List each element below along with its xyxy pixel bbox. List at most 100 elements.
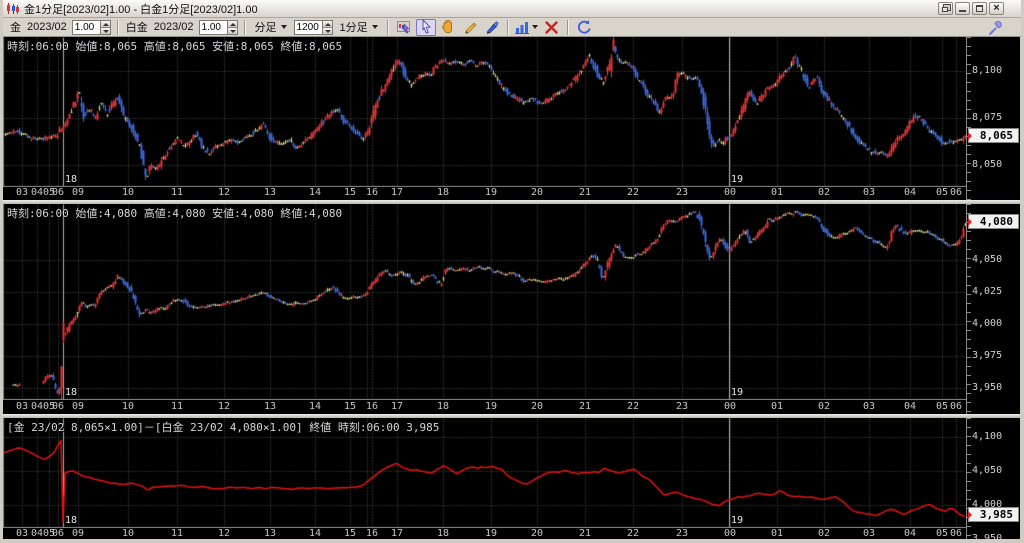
- hour-label: 18: [437, 187, 449, 198]
- bar-interval-dropdown[interactable]: 1分足: [338, 19, 380, 35]
- spread-price-axis: 4,1004,0504,0003,9503,985: [966, 418, 1020, 541]
- price-tick-label: 3,975: [972, 350, 1002, 361]
- gold-multiplier-value[interactable]: 1.00: [72, 20, 100, 35]
- hour-label: 03: [16, 187, 28, 198]
- chart-style-dropdown-button[interactable]: [514, 19, 540, 36]
- bar-count-value[interactable]: 1200: [294, 20, 322, 35]
- platinum-multiplier-spinner[interactable]: 1.00: [199, 20, 238, 35]
- hour-label: 00: [724, 401, 736, 412]
- chart-region: 時刻:06:00 始値:8,065 高値:8,065 安値:8,065 終値:8…: [3, 37, 1020, 541]
- close-button[interactable]: ×: [989, 2, 1004, 15]
- hour-label: 03: [863, 528, 875, 539]
- platinum-multiplier-arrows[interactable]: [227, 20, 238, 35]
- spread-info-line: [金 23/02 8,065×1.00]－[白金 23/02 4,080×1.0…: [7, 419, 439, 435]
- toolbar: 金 2023/02 1.00 白金 2023/02 1.00 分足 1200 1…: [3, 18, 1021, 37]
- hour-label: 10: [122, 401, 134, 412]
- hour-label: 18: [437, 528, 449, 539]
- maximize-button[interactable]: [972, 2, 987, 15]
- date-label: 18: [65, 515, 77, 526]
- hour-label: 02: [818, 187, 830, 198]
- hour-label: 11: [171, 528, 183, 539]
- pencil-icon: [462, 19, 478, 35]
- toolbar-separator: [244, 20, 246, 35]
- axis-tick-strip: [967, 418, 971, 541]
- gold-price-axis: 8,1008,0758,0508,065: [966, 37, 1020, 200]
- wrench-icon: [987, 21, 1002, 36]
- bar-count-spinner[interactable]: 1200: [294, 20, 333, 35]
- platinum-info-line: 時刻:06:00 始値:4,080 高値:4,080 安値:4,080 終値:4…: [7, 205, 342, 221]
- hour-label: 14: [309, 187, 321, 198]
- hour-label: 00: [724, 187, 736, 198]
- pencil-draw-tool-button[interactable]: [460, 19, 480, 36]
- gold-chart-canvas[interactable]: [3, 37, 966, 187]
- platinum-multiplier-value[interactable]: 1.00: [199, 20, 227, 35]
- gold-symbol-label: 金: [10, 19, 21, 35]
- platinum-contract-month: 2023/02: [154, 21, 194, 33]
- axis-tick-strip: [967, 204, 971, 414]
- price-tick-label: 3,950: [972, 533, 1002, 541]
- hand-pan-tool-button[interactable]: [438, 19, 458, 36]
- hour-label: 09: [72, 528, 84, 539]
- hour-label: 11: [171, 187, 183, 198]
- hour-label: 15: [344, 528, 356, 539]
- bar-count-arrows[interactable]: [322, 20, 333, 35]
- refresh-button[interactable]: [574, 19, 594, 36]
- hour-label: 20: [531, 401, 543, 412]
- delete-x-icon: [544, 20, 559, 35]
- hour-label: 19: [485, 401, 497, 412]
- date-label: 19: [731, 515, 743, 526]
- hour-label: 20: [531, 187, 543, 198]
- platinum-time-axis: 0304050609101112131415161718192021222300…: [3, 401, 966, 414]
- hour-label: 10: [122, 187, 134, 198]
- platinum-symbol-label: 白金: [126, 19, 148, 35]
- hour-label: 11: [171, 401, 183, 412]
- hour-label: 03: [16, 528, 28, 539]
- bar-type-dropdown[interactable]: 分足: [253, 19, 289, 35]
- hour-label: 04: [904, 187, 916, 198]
- date-label: 18: [65, 387, 77, 398]
- hour-label: 12: [218, 528, 230, 539]
- toolbar-separator: [507, 20, 509, 35]
- hour-label: 17: [391, 187, 403, 198]
- hour-label: 04: [31, 401, 43, 412]
- price-tick-label: 4,000: [972, 318, 1002, 329]
- gold-multiplier-arrows[interactable]: [100, 20, 111, 35]
- hour-label: 16: [366, 401, 378, 412]
- date-label: 19: [731, 387, 743, 398]
- chevron-down-icon: [281, 25, 287, 29]
- hour-label: 14: [309, 528, 321, 539]
- hour-label: 06: [52, 528, 64, 539]
- fountain-pen-icon: [484, 19, 500, 35]
- fountain-pen-tool-button[interactable]: [482, 19, 502, 36]
- hour-label: 14: [309, 401, 321, 412]
- hour-label: 05: [936, 528, 948, 539]
- chevron-down-icon: [532, 25, 538, 29]
- settings-wrench-button[interactable]: [984, 20, 1004, 37]
- hour-label: 03: [863, 401, 875, 412]
- hour-label: 05: [936, 401, 948, 412]
- spread-line-panel: [金 23/02 8,065×1.00]－[白金 23/02 4,080×1.0…: [3, 418, 1020, 541]
- restore-window-button[interactable]: [938, 2, 953, 15]
- date-label: 19: [731, 174, 743, 185]
- hour-label: 06: [52, 187, 64, 198]
- hour-label: 13: [264, 401, 276, 412]
- select-arrow-tool-button[interactable]: [416, 19, 436, 36]
- candlestick-app-icon: [6, 2, 20, 15]
- minimize-button[interactable]: [955, 2, 970, 15]
- hour-label: 06: [950, 187, 962, 198]
- delete-indicator-button[interactable]: [542, 19, 562, 36]
- platinum-chart-canvas[interactable]: [3, 204, 966, 400]
- gold-multiplier-spinner[interactable]: 1.00: [72, 20, 111, 35]
- platinum-price-axis: 4,0504,0254,0003,9753,9503,9254,080: [966, 204, 1020, 414]
- close-icon: ×: [993, 2, 999, 14]
- hour-label: 05: [936, 187, 948, 198]
- hour-label: 02: [818, 401, 830, 412]
- platinum-candle-panel: 時刻:06:00 始値:4,080 高値:4,080 安値:4,080 終値:4…: [3, 204, 1020, 414]
- hour-label: 13: [264, 187, 276, 198]
- hour-label: 17: [391, 528, 403, 539]
- kline-cursor-tool-button[interactable]: [394, 19, 414, 36]
- hour-label: 23: [676, 401, 688, 412]
- hour-label: 19: [485, 187, 497, 198]
- hour-label: 06: [950, 528, 962, 539]
- gold-info-line: 時刻:06:00 始値:8,065 高値:8,065 安値:8,065 終値:8…: [7, 38, 342, 54]
